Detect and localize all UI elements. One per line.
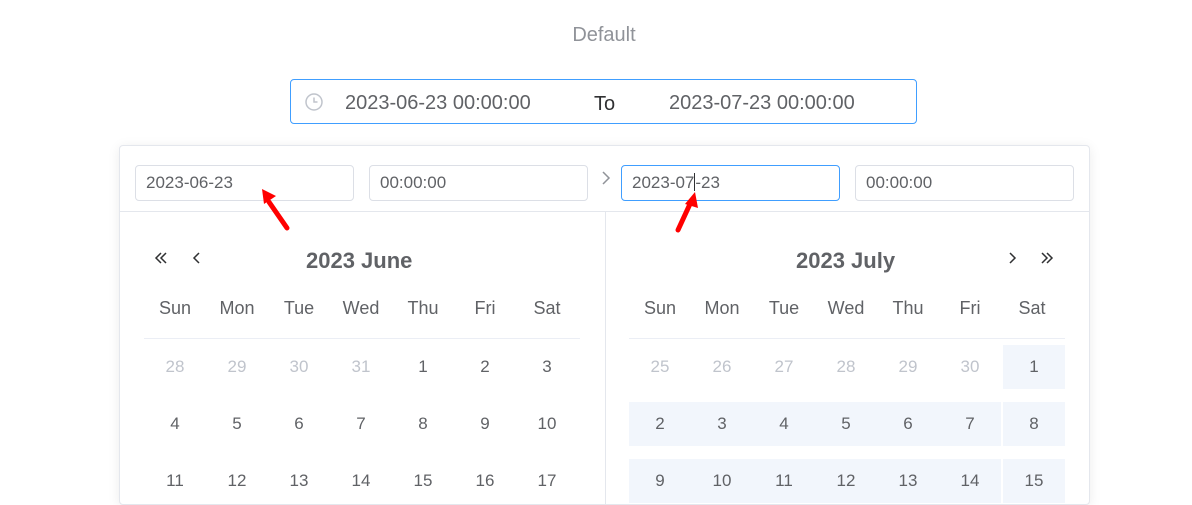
day-cell[interactable]: 3 <box>516 345 578 389</box>
day-cell-in-range[interactable]: 6 <box>877 402 939 446</box>
weekday-label: Thu <box>892 298 924 318</box>
day-cell-in-range[interactable]: 12 <box>815 459 877 503</box>
prev-year-button[interactable] <box>154 251 168 265</box>
day-cell[interactable]: 10 <box>516 402 578 446</box>
start-time-input[interactable]: 00:00:00 <box>369 165 588 201</box>
day-cell[interactable]: 30 <box>939 345 1001 389</box>
day-cell[interactable]: 28 <box>815 345 877 389</box>
day-cell[interactable]: 5 <box>206 402 268 446</box>
left-month-title: 2023 June <box>306 248 413 273</box>
day-cell[interactable]: 2 <box>454 345 516 389</box>
day-cell[interactable]: 1 <box>392 345 454 389</box>
next-year-button[interactable] <box>1040 251 1054 265</box>
weekday-label: Sun <box>643 298 677 318</box>
start-date-input[interactable]: 2023-06-23 <box>135 165 354 201</box>
day-cell-in-range[interactable]: 13 <box>877 459 939 503</box>
day-cell-in-range[interactable]: 3 <box>691 402 753 446</box>
range-separator: To <box>594 93 616 115</box>
day-cell-in-range[interactable]: 11 <box>753 459 815 503</box>
day-cell[interactable]: 12 <box>206 459 268 503</box>
day-cell[interactable]: 13 <box>268 459 330 503</box>
end-date-input[interactable]: 2023-07-23 <box>621 165 840 201</box>
day-cell[interactable]: 9 <box>454 402 516 446</box>
weekday-label: Sat <box>533 298 561 318</box>
day-cell-in-range[interactable]: 2 <box>629 402 691 446</box>
day-cell[interactable]: 14 <box>330 459 392 503</box>
right-month-title: 2023 July <box>796 248 896 273</box>
day-cell-in-range[interactable]: 8 <box>1003 402 1065 446</box>
day-cell-in-range[interactable]: 4 <box>753 402 815 446</box>
annotation-arrow-icon <box>675 192 698 233</box>
day-cell[interactable]: 6 <box>268 402 330 446</box>
page-title: Default <box>572 24 636 46</box>
day-cell[interactable]: 26 <box>691 345 753 389</box>
day-cell[interactable]: 25 <box>629 345 691 389</box>
end-time-input[interactable]: 00:00:00 <box>855 165 1074 201</box>
day-cell[interactable]: 15 <box>392 459 454 503</box>
weekday-label: Sun <box>158 298 192 318</box>
prev-month-button[interactable] <box>190 251 204 265</box>
day-cell-in-range[interactable]: 15 <box>1003 459 1065 503</box>
range-start-value[interactable]: 2023-06-23 00:00:00 <box>345 92 531 115</box>
weekday-label: Sat <box>1018 298 1046 318</box>
weekday-label: Mon <box>704 298 740 318</box>
chevron-right-icon <box>602 171 611 185</box>
next-month-button[interactable] <box>1005 251 1019 265</box>
weekday-label: Mon <box>219 298 255 318</box>
day-cell[interactable]: 4 <box>144 402 206 446</box>
day-cell-in-range[interactable]: 14 <box>939 459 1001 503</box>
day-cell[interactable]: 11 <box>144 459 206 503</box>
day-cell[interactable]: 29 <box>206 345 268 389</box>
day-cell-in-range[interactable]: 9 <box>629 459 691 503</box>
day-cell-in-range[interactable]: 10 <box>691 459 753 503</box>
day-cell[interactable]: 16 <box>454 459 516 503</box>
weekday-label: Tue <box>283 298 315 318</box>
panel-middle-divider <box>605 212 606 504</box>
weekday-label: Wed <box>342 298 380 318</box>
weekday-label: Fri <box>474 298 496 318</box>
weekday-label: Thu <box>407 298 439 318</box>
annotation-arrow-icon <box>262 189 290 231</box>
day-cell-in-range[interactable]: 7 <box>939 402 1001 446</box>
day-cell[interactable]: 7 <box>330 402 392 446</box>
range-end-value[interactable]: 2023-07-23 00:00:00 <box>669 92 855 115</box>
day-cell[interactable]: 29 <box>877 345 939 389</box>
weekday-label: Tue <box>768 298 800 318</box>
weekday-label: Wed <box>827 298 865 318</box>
day-cell[interactable]: 8 <box>392 402 454 446</box>
day-cell-in-range[interactable]: 5 <box>815 402 877 446</box>
day-cell[interactable]: 31 <box>330 345 392 389</box>
day-cell[interactable]: 17 <box>516 459 578 503</box>
weekday-label: Fri <box>959 298 981 318</box>
day-cell-in-range[interactable]: 1 <box>1003 345 1065 389</box>
day-cell[interactable]: 28 <box>144 345 206 389</box>
clock-icon <box>305 93 323 111</box>
day-cell[interactable]: 30 <box>268 345 330 389</box>
day-cell[interactable]: 27 <box>753 345 815 389</box>
right-weekday-divider <box>629 338 1065 339</box>
left-weekday-divider <box>144 338 580 339</box>
date-range-input[interactable]: 2023-06-23 00:00:00 To 2023-07-23 00:00:… <box>290 79 917 124</box>
